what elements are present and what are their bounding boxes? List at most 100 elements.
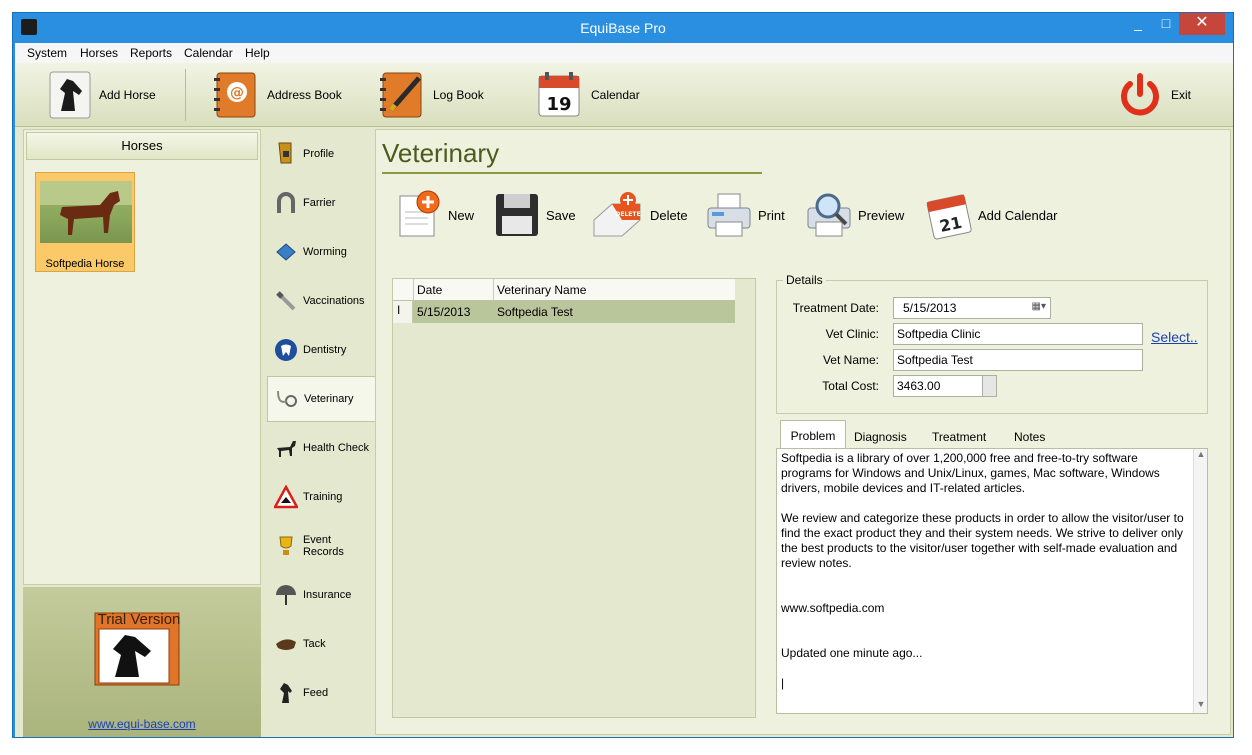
new-label: New — [448, 207, 475, 223]
menu-bar: System Horses Reports Calendar Help — [15, 43, 1233, 63]
cost-spin-button[interactable] — [982, 376, 996, 396]
nav-item-health-check[interactable]: Health Check — [267, 425, 375, 471]
calendar-dropdown-icon[interactable]: ▦▾ — [1032, 301, 1046, 312]
tab-treatment[interactable]: Treatment — [932, 430, 986, 444]
print-preview-icon — [807, 193, 851, 237]
preview-label: Preview — [858, 207, 905, 223]
row-header[interactable]: I — [393, 301, 413, 323]
content-area: Horses Softpedia Horse Trial Version www… — [15, 127, 1233, 737]
column-date[interactable]: Date — [417, 283, 442, 297]
vet-name-field[interactable]: Softpedia Test — [893, 349, 1143, 371]
treatment-date-picker[interactable]: 5/15/2013 ▦▾ — [893, 297, 1051, 319]
tab-notes[interactable]: Notes — [1014, 430, 1045, 444]
website-link[interactable]: www.equi-base.com — [23, 717, 261, 731]
vertical-scrollbar[interactable]: ▲ ▼ — [1193, 449, 1207, 713]
problem-text-area[interactable]: Softpedia is a library of over 1,200,000… — [776, 448, 1208, 714]
scroll-down-icon[interactable]: ▼ — [1194, 699, 1208, 713]
nav-item-profile[interactable]: Profile — [267, 131, 375, 177]
nav-item-feed[interactable]: Feed — [267, 670, 375, 716]
delete-badge-text: DELETE — [615, 211, 640, 218]
preview-button[interactable]: Preview — [806, 188, 904, 242]
log-book-label: Log Book — [433, 88, 484, 102]
trial-area: Trial Version www.equi-base.com — [23, 587, 261, 737]
menu-horses[interactable]: Horses — [80, 46, 118, 60]
horse-feed-icon — [273, 680, 299, 706]
scroll-up-icon[interactable]: ▲ — [1194, 449, 1208, 463]
syringe-icon — [273, 288, 299, 314]
tab-problem[interactable]: Problem — [780, 420, 846, 450]
menu-reports[interactable]: Reports — [130, 46, 172, 60]
menu-calendar[interactable]: Calendar — [184, 46, 233, 60]
menu-help[interactable]: Help — [245, 46, 270, 60]
menu-system[interactable]: System — [27, 46, 67, 60]
worming-icon — [273, 239, 299, 265]
trial-version-text: Trial Version — [97, 611, 181, 628]
save-label: Save — [546, 207, 576, 223]
floppy-disk-icon — [496, 194, 538, 236]
tooth-icon — [273, 337, 299, 363]
save-button[interactable]: Save — [494, 188, 576, 242]
veterinary-records-grid: Date Veterinary Name I 5/15/2013 Softped… — [392, 278, 756, 718]
horses-panel: Horses Softpedia Horse — [23, 129, 261, 585]
horse-photo — [40, 181, 132, 243]
nav-item-veterinary[interactable]: Veterinary — [267, 376, 377, 422]
section-nav: Profile Farrier Worming Vaccinations Den… — [267, 131, 377, 737]
address-book-button[interactable]: @ Address Book — [211, 69, 342, 121]
calendar-button[interactable]: 19 Calendar — [535, 69, 640, 121]
log-book-button[interactable]: Log Book — [377, 69, 484, 121]
details-group: Details Treatment Date: 5/15/2013 ▦▾ Vet… — [776, 273, 1208, 414]
nav-item-insurance[interactable]: Insurance — [267, 572, 375, 618]
maximize-button[interactable]: □ — [1153, 13, 1179, 35]
cell-date[interactable]: 5/15/2013 — [417, 305, 470, 319]
nav-item-training[interactable]: Training — [267, 474, 375, 520]
toolbar-separator — [185, 69, 186, 121]
problem-text: Softpedia is a library of over 1,200,000… — [781, 451, 1184, 690]
cell-veterinary-name[interactable]: Softpedia Test — [497, 305, 573, 319]
minimize-button[interactable]: _ — [1125, 13, 1151, 35]
nav-item-farrier[interactable]: Farrier — [267, 180, 375, 226]
select-clinic-link[interactable]: Select.. — [1151, 329, 1198, 345]
horseshoe-icon — [273, 190, 299, 216]
printer-icon — [707, 193, 751, 237]
exit-button[interactable]: Exit — [1117, 69, 1191, 121]
column-veterinary-name[interactable]: Veterinary Name — [497, 283, 586, 297]
print-button[interactable]: Print — [706, 188, 785, 242]
nav-item-vaccinations[interactable]: Vaccinations — [267, 278, 375, 324]
nav-item-dentistry[interactable]: Dentistry — [267, 327, 375, 373]
title-underline — [382, 172, 762, 174]
svg-text:@: @ — [230, 85, 244, 101]
warning-horse-icon — [273, 484, 299, 510]
total-cost-field[interactable]: 3463.00 — [893, 375, 997, 397]
add-calendar-icon: 21 — [926, 194, 972, 240]
stethoscope-icon — [274, 386, 300, 412]
table-row[interactable]: I 5/15/2013 Softpedia Test — [393, 301, 735, 323]
details-legend: Details — [783, 273, 826, 287]
window-title: EquiBase Pro — [580, 20, 666, 36]
umbrella-icon — [273, 582, 299, 608]
add-calendar-button[interactable]: 21 Add Calendar — [926, 188, 1058, 242]
address-book-label: Address Book — [267, 88, 342, 102]
new-button[interactable]: New — [396, 188, 474, 242]
nav-item-worming[interactable]: Worming — [267, 229, 375, 275]
close-button[interactable]: ✕ — [1179, 13, 1225, 35]
veterinary-panel: Veterinary New Save DELETE Delete Print … — [375, 129, 1231, 735]
horse-silhouette-icon — [40, 181, 132, 235]
horse-card[interactable]: Softpedia Horse — [35, 172, 135, 272]
delete-button[interactable]: DELETE Delete — [592, 188, 688, 242]
vet-clinic-field[interactable]: Softpedia Clinic — [893, 323, 1143, 345]
tab-diagnosis[interactable]: Diagnosis — [854, 430, 907, 444]
horse-head-icon — [49, 71, 91, 119]
calendar-day-number: 19 — [546, 94, 571, 115]
treatment-date-label: Treatment Date: — [792, 301, 879, 315]
new-document-icon — [399, 190, 440, 237]
horse-icon — [273, 435, 299, 461]
nav-item-event-records[interactable]: Event Records — [267, 523, 375, 569]
add-horse-button[interactable]: Add Horse — [49, 69, 156, 121]
main-toolbar: Add Horse @ Address Book Log Book 19 Cal… — [15, 63, 1233, 127]
boot-icon — [273, 141, 299, 167]
print-label: Print — [758, 207, 785, 223]
title-bar[interactable]: EquiBase Pro _ □ ✕ — [13, 13, 1233, 43]
nav-item-tack[interactable]: Tack — [267, 621, 375, 667]
add-calendar-label: Add Calendar — [978, 207, 1058, 223]
delete-label: Delete — [650, 207, 688, 223]
